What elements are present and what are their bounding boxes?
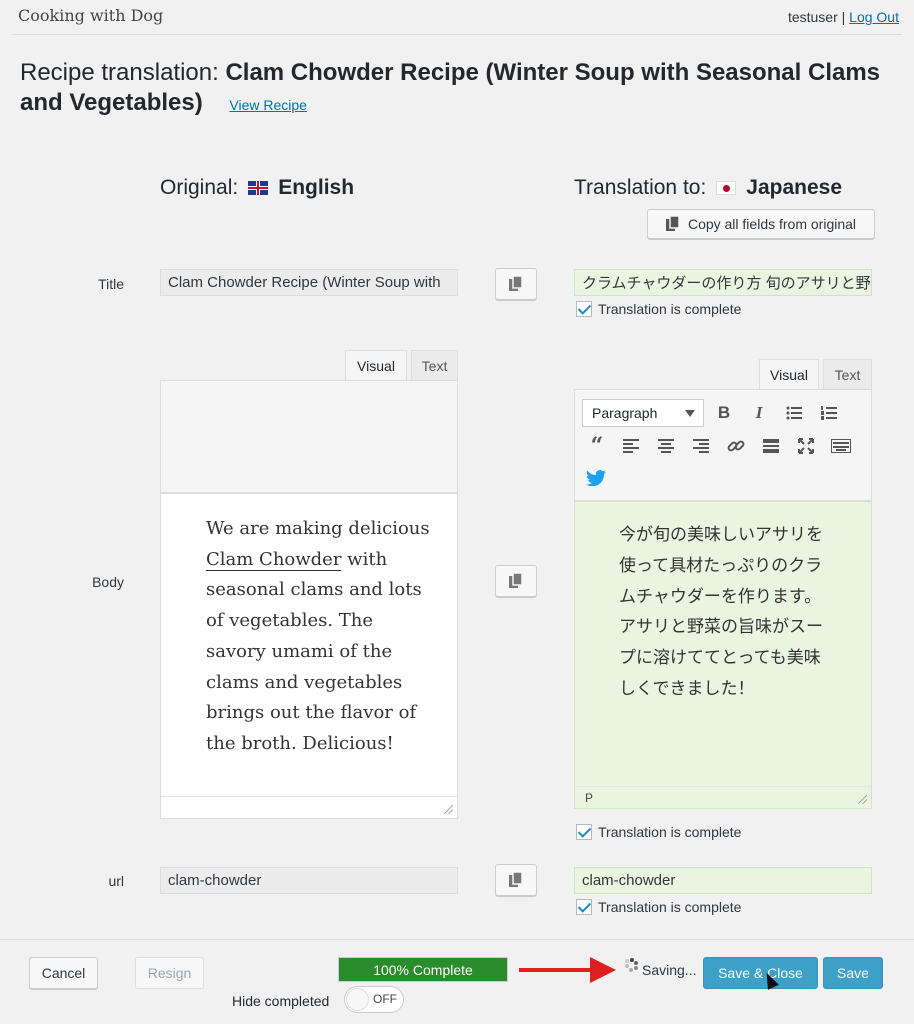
top-divider — [12, 34, 902, 35]
bullet-list-icon[interactable] — [780, 399, 808, 427]
original-language: English — [278, 176, 355, 199]
copy-icon — [509, 276, 523, 291]
body-row-label: Body — [92, 574, 124, 590]
title-row-label: Title — [98, 276, 124, 292]
view-recipe-link[interactable]: View Recipe — [229, 97, 307, 113]
copy-all-label: Copy all fields from original — [687, 216, 857, 232]
original-body-editor: We are making delicious Clam Chowder wit… — [160, 493, 458, 819]
keyboard-icon[interactable] — [827, 432, 855, 460]
copy-icon — [509, 573, 523, 588]
resize-handle-icon[interactable] — [444, 805, 453, 814]
url-row-label: url — [108, 873, 124, 889]
copy-body-button[interactable] — [495, 565, 537, 597]
clam-chowder-link[interactable]: Clam Chowder — [206, 548, 342, 571]
align-left-icon[interactable] — [617, 432, 645, 460]
toggle-knob — [346, 988, 369, 1011]
red-arrow-head-icon — [590, 957, 616, 983]
checkbox-checked-icon[interactable] — [576, 301, 592, 317]
resign-button[interactable]: Resign — [135, 957, 204, 989]
progress-bar: 100% Complete — [338, 957, 508, 982]
save-button[interactable]: Save — [823, 957, 883, 989]
site-title: Cooking with Dog — [18, 6, 164, 25]
copy-icon — [509, 872, 523, 887]
original-editor-toolbar-area — [160, 380, 458, 493]
title-translation-field[interactable]: クラムチャウダーの作り方 旬のアサリと野菜 — [574, 269, 872, 296]
link-icon[interactable] — [722, 432, 750, 460]
page-title: Recipe translation: Clam Chowder Recipe … — [20, 58, 900, 120]
read-more-icon[interactable] — [757, 432, 785, 460]
japan-flag-icon — [716, 181, 737, 195]
bold-icon[interactable]: B — [710, 399, 738, 427]
toggle-state-label: OFF — [373, 992, 397, 1006]
url-complete-checkbox[interactable]: Translation is complete — [576, 899, 741, 915]
body-complete-checkbox[interactable]: Translation is complete — [576, 824, 741, 840]
body-complete-label: Translation is complete — [598, 824, 742, 840]
translation-tab-text[interactable]: Text — [823, 359, 872, 389]
url-complete-label: Translation is complete — [598, 899, 742, 915]
url-original-field: clam-chowder — [160, 867, 458, 894]
progress-label: 100% Complete — [373, 961, 473, 978]
align-right-icon[interactable] — [687, 432, 715, 460]
original-header: Original: English — [160, 176, 354, 200]
translation-language: Japanese — [746, 176, 843, 199]
username: testuser — [787, 9, 838, 25]
logout-link[interactable]: Log Out — [849, 9, 899, 25]
fullscreen-icon[interactable] — [792, 432, 820, 460]
hide-completed-label: Hide completed — [232, 993, 330, 1009]
editor-toolbar: Paragraph B I “ — [574, 389, 872, 501]
user-box: testuser | Log Out — [788, 9, 899, 25]
saving-status: Saving... — [642, 962, 697, 978]
copy-icon — [665, 216, 680, 231]
italic-icon[interactable]: I — [745, 399, 773, 427]
translation-tab-visual[interactable]: Visual — [759, 359, 819, 389]
chevron-down-icon — [685, 410, 695, 417]
original-label: Original: — [160, 176, 239, 199]
translation-body-text[interactable]: 今が旬の美味しいアサリを使って具材たっぷりのクラムチャウダーを作ります。アサリと… — [619, 520, 835, 705]
url-translation-field[interactable]: clam-chowder — [574, 867, 872, 894]
element-path: P — [585, 790, 594, 805]
paragraph-format-select[interactable]: Paragraph — [582, 399, 704, 427]
title-complete-checkbox[interactable]: Translation is complete — [576, 301, 741, 317]
hide-completed-toggle[interactable]: OFF — [344, 986, 404, 1013]
translation-label: Translation to: — [574, 176, 707, 199]
page-title-prefix: Recipe translation: — [20, 59, 219, 86]
copy-title-button[interactable] — [495, 268, 537, 300]
spinner-icon — [624, 958, 638, 972]
translation-status-bar: P — [575, 786, 871, 808]
original-tab-visual[interactable]: Visual — [345, 350, 407, 380]
original-body-text: We are making delicious Clam Chowder wit… — [206, 518, 430, 754]
red-arrow-icon — [519, 968, 594, 972]
blockquote-icon[interactable]: “ — [583, 432, 611, 460]
translation-header: Translation to: Japanese — [574, 176, 842, 200]
save-and-close-button[interactable]: Save & Close — [703, 957, 818, 989]
original-tab-text[interactable]: Text — [411, 350, 458, 380]
original-status-bar — [161, 796, 457, 818]
align-center-icon[interactable] — [652, 432, 680, 460]
numbered-list-icon[interactable] — [815, 399, 843, 427]
copy-url-button[interactable] — [495, 864, 537, 896]
title-complete-label: Translation is complete — [598, 301, 742, 317]
translation-body-editor[interactable]: 今が旬の美味しいアサリを使って具材たっぷりのクラムチャウダーを作ります。アサリと… — [574, 501, 872, 809]
checkbox-checked-icon[interactable] — [576, 824, 592, 840]
resize-handle-icon[interactable] — [858, 795, 867, 804]
footer-divider — [0, 939, 914, 940]
twitter-icon[interactable] — [582, 464, 610, 492]
checkbox-checked-icon[interactable] — [576, 899, 592, 915]
title-original-field: Clam Chowder Recipe (Winter Soup with — [160, 269, 458, 296]
separator: | — [841, 9, 846, 25]
uk-flag-icon — [248, 181, 269, 195]
cancel-button[interactable]: Cancel — [29, 957, 98, 989]
copy-all-fields-button[interactable]: Copy all fields from original — [647, 209, 875, 239]
